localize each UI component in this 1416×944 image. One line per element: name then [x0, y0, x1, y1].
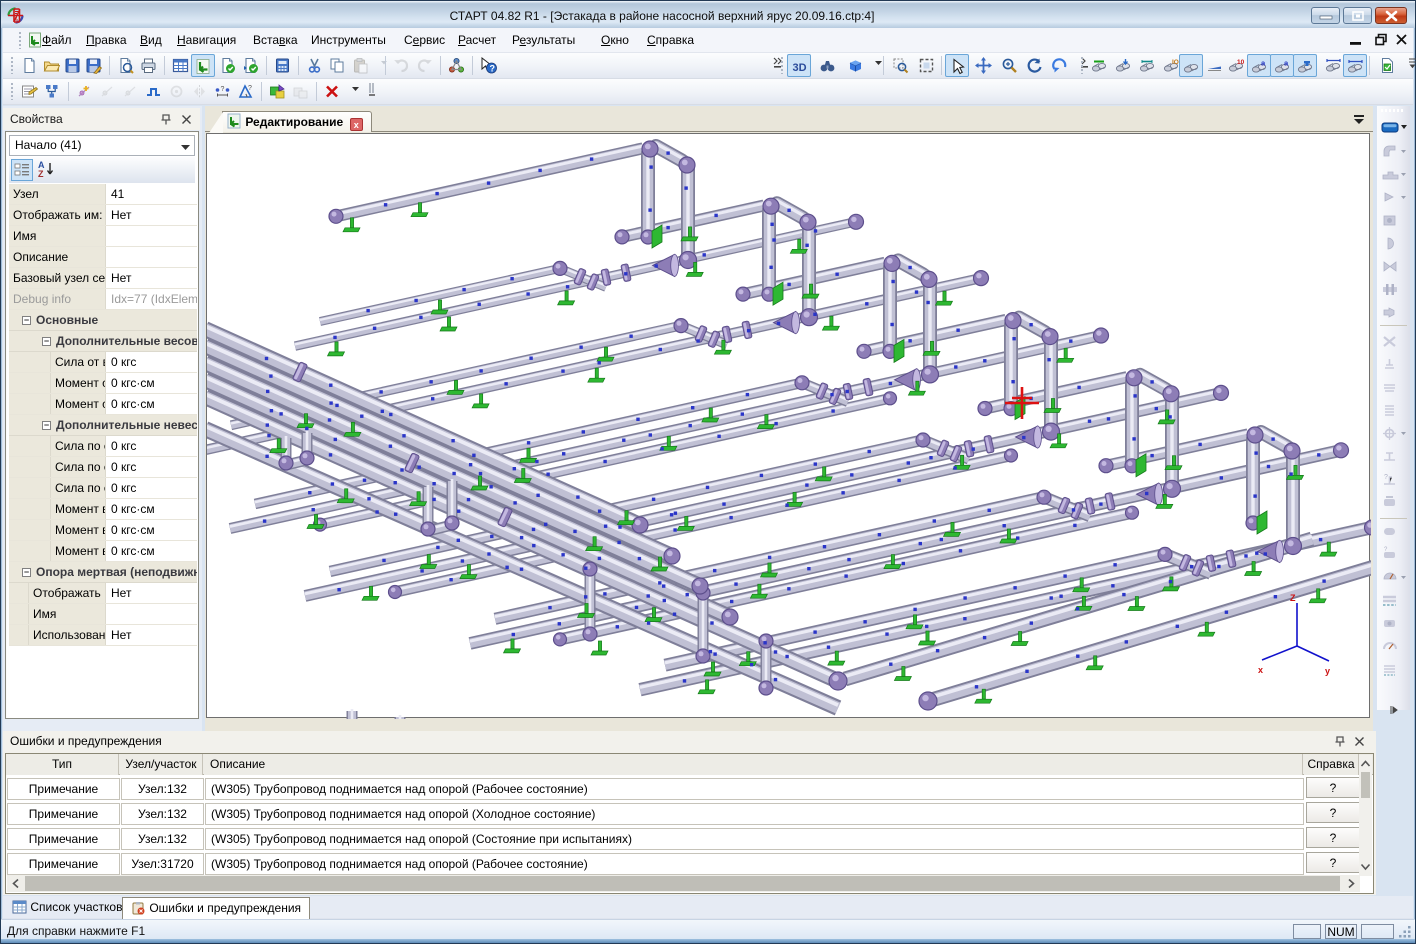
svg-text:Z: Z	[38, 169, 44, 179]
svg-text:10: 10	[1237, 59, 1245, 66]
svg-text:y: y	[1325, 666, 1330, 676]
svg-text:?: ?	[489, 64, 495, 74]
svg-text:?: ?	[1384, 474, 1388, 481]
svg-text:?: ?	[220, 86, 224, 93]
svg-text:3D: 3D	[792, 62, 806, 74]
svg-text:?: ?	[248, 85, 252, 92]
svg-text:Z: Z	[1290, 593, 1296, 603]
svg-text:x: x	[1258, 665, 1263, 675]
